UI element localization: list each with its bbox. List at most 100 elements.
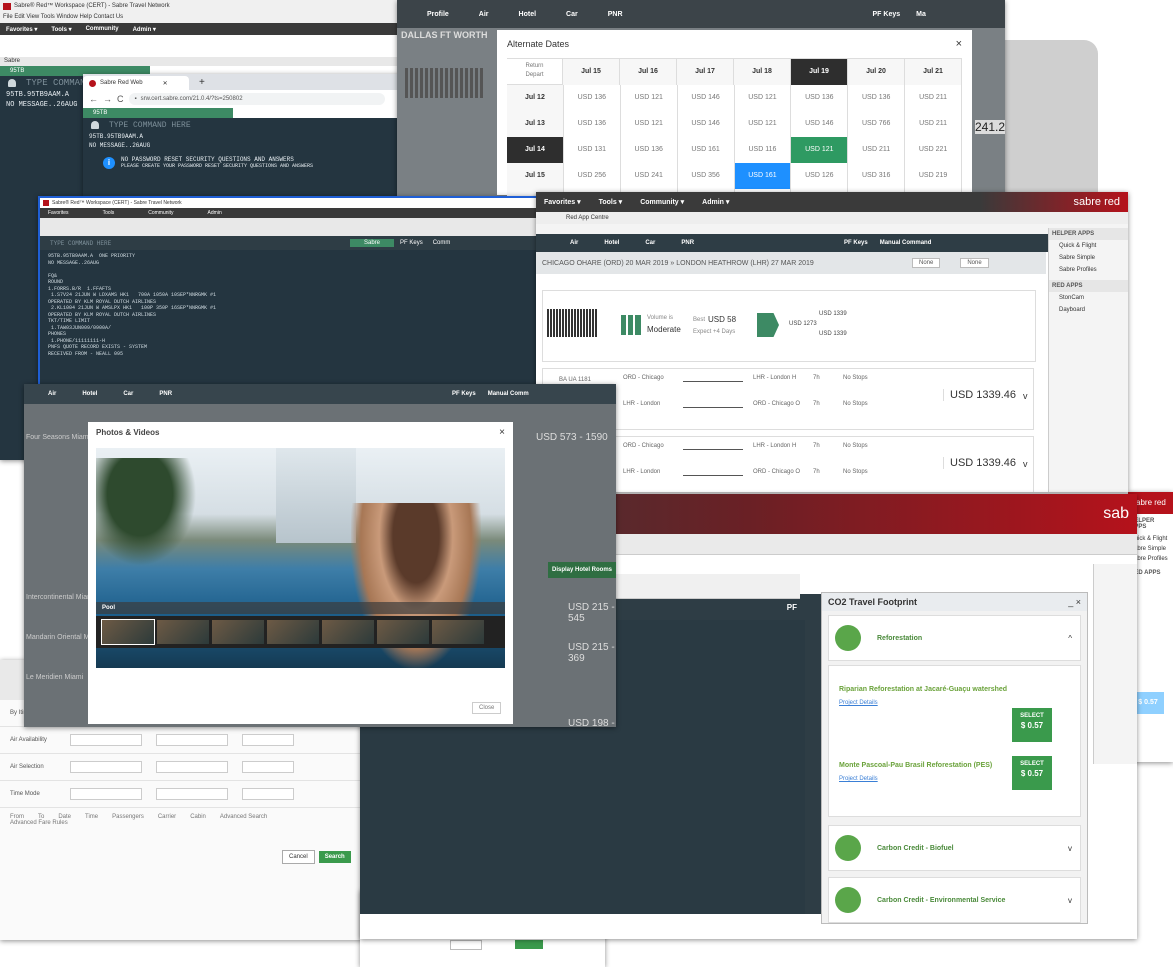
air-form-input[interactable] [242,734,294,746]
fs-nav-admin[interactable]: Admin ▾ [702,198,729,206]
alt-date-cell[interactable]: USD 211 [848,137,906,164]
hp-toolbar-pnr[interactable]: PNR [159,391,172,397]
alt-row-header[interactable]: Jul 14 [507,137,564,164]
alt-col-header[interactable]: Jul 21 [905,59,963,86]
collapse-icon[interactable]: ^ [1068,634,1072,643]
air-form-input[interactable] [156,788,228,800]
fs-tab[interactable]: Red App Centre [566,215,609,221]
alt-date-cell[interactable]: USD 161 [677,137,735,164]
t2-nav-tools[interactable]: Tools [103,210,115,216]
fs-toolbar-pfkeys[interactable]: PF Keys [844,240,868,246]
photos-close-button[interactable]: Close [472,702,502,714]
alt-date-cell[interactable]: USD 136 [848,85,906,112]
alt-date-cell[interactable]: USD 146 [677,111,735,138]
alt-date-cell[interactable]: USD 136 [563,111,621,138]
alt-date-cell[interactable]: USD 126 [791,163,849,190]
toolbar-pfkeys[interactable]: PF Keys [873,11,901,18]
toolbar-air[interactable]: Air [479,11,489,18]
air-form-input[interactable] [242,788,294,800]
co2-section-reforestation[interactable]: Reforestation [877,635,922,642]
toolbar-manual[interactable]: Ma [916,11,926,18]
expand-icon[interactable]: v [1023,391,1028,401]
nav-favorites[interactable]: Favorites ▾ [6,26,37,33]
alt-date-cell[interactable]: USD 161 [734,163,792,190]
air-form-input[interactable] [156,734,228,746]
alt-date-cell[interactable]: USD 131 [563,137,621,164]
alt-date-cell[interactable]: USD 221 [905,137,962,164]
strip-button[interactable] [515,940,543,949]
fs-helper-item-2[interactable]: Sabre Simple [1049,252,1128,264]
alt-col-header[interactable]: Jul 20 [848,59,906,86]
fs-helper-item-3[interactable]: Sabre Profiles [1049,264,1128,276]
air-form-cancel[interactable]: Cancel [282,850,315,864]
alt-date-cell[interactable]: USD 116 [734,137,792,164]
nav-admin[interactable]: Admin ▾ [133,26,156,33]
air-form-input[interactable] [156,761,228,773]
offer-1-link[interactable]: Project Details [839,700,878,706]
hp-toolbar-car[interactable]: Car [123,391,133,397]
alt-date-cell[interactable]: USD 256 [563,163,621,190]
fs-nav-community[interactable]: Community ▾ [640,198,684,206]
thumbnail[interactable] [432,620,484,644]
air-form-input[interactable] [70,734,142,746]
photos-dialog-close-icon[interactable]: × [499,427,505,438]
expand-icon[interactable]: v [1023,459,1028,469]
toolbar-hotel[interactable]: Hotel [519,11,537,18]
alt-date-cell[interactable]: USD 121 [791,137,849,164]
alt-col-header[interactable]: Jul 16 [620,59,678,86]
fs-toolbar-air[interactable]: Air [570,240,578,246]
fs-nav-favorites[interactable]: Favorites ▾ [544,198,581,206]
t2-nav-admin[interactable]: Admin [208,210,222,216]
co2-section-environmental[interactable]: Carbon Credit - Environmental Service [877,897,1005,904]
t2-sabre-button[interactable]: Sabre [350,239,395,247]
back-icon[interactable]: ← [89,94,98,104]
expand-icon[interactable]: v [1068,896,1072,905]
t2-nav-favorites[interactable]: Favorites [48,210,69,216]
new-tab-button[interactable]: + [199,77,205,88]
alt-date-cell[interactable]: USD 241 [620,163,678,190]
toolbar-pnr[interactable]: PNR [608,11,623,18]
co2-section-biofuel[interactable]: Carbon Credit - Biofuel [877,845,954,852]
toolbar-car[interactable]: Car [566,11,578,18]
alt-date-cell[interactable]: USD 121 [620,85,678,112]
alt-date-cell[interactable]: USD 136 [791,85,849,112]
t2-nav-community[interactable]: Community [148,210,173,216]
alt-date-cell[interactable]: USD 146 [791,111,849,138]
hp-display-rooms-button[interactable]: Display Hotel Rooms [548,562,616,578]
thumbnail[interactable] [157,620,209,644]
fs-toolbar-manual[interactable]: Manual Command [880,240,932,246]
alt-col-header[interactable]: Jul 18 [734,59,792,86]
fs-toolbar-hotel[interactable]: Hotel [604,240,619,246]
fs-helper-item-1[interactable]: Quick & Flight [1049,240,1128,252]
hp-toolbar-hotel[interactable]: Hotel [82,391,97,397]
expand-icon[interactable]: v [1068,844,1072,853]
hp-left-item-2[interactable]: Intercontinental Miami [26,594,94,601]
alt-date-cell[interactable]: USD 211 [905,85,962,112]
alt-row-header[interactable]: Jul 15 [507,163,564,190]
strip-input[interactable] [450,940,482,950]
air-form-input[interactable] [70,788,142,800]
alt-date-cell[interactable]: USD 146 [677,85,735,112]
reload-icon[interactable]: C [117,94,124,104]
alt-row-header[interactable]: Jul 13 [507,111,564,138]
offer-2-select[interactable]: SELECT $ 0.57 [1012,756,1052,790]
toolbar-profile[interactable]: Profile [427,11,449,18]
air-form-input[interactable] [70,761,142,773]
browser-area[interactable]: 95TB [83,108,233,118]
air-form-input[interactable] [242,761,294,773]
alt-date-cell[interactable]: USD 766 [848,111,906,138]
thumbnail[interactable] [212,620,264,644]
pf-label[interactable]: PF [787,603,797,612]
fs-red-app-2[interactable]: Dayboard [1049,304,1128,316]
nav-tools[interactable]: Tools ▾ [51,26,71,33]
offer-2-link[interactable]: Project Details [839,776,878,782]
hp-left-item-4[interactable]: Le Meridien Miami [26,674,83,681]
alt-row-header[interactable]: Jul 12 [507,85,564,112]
fs-toolbar-car[interactable]: Car [645,240,655,246]
hp-left-item-1[interactable]: Four Seasons Miami [26,434,90,441]
url-bar[interactable]: srw.cert.sabre.com/21.0.4/?ts=250802 [141,96,243,102]
tab-close-icon[interactable]: ✕ [163,80,168,87]
t2-pfkeys-button[interactable]: PF Keys [400,240,423,246]
hp-toolbar-manual[interactable]: Manual Comm [488,391,529,397]
alt-date-cell[interactable]: USD 121 [734,85,792,112]
